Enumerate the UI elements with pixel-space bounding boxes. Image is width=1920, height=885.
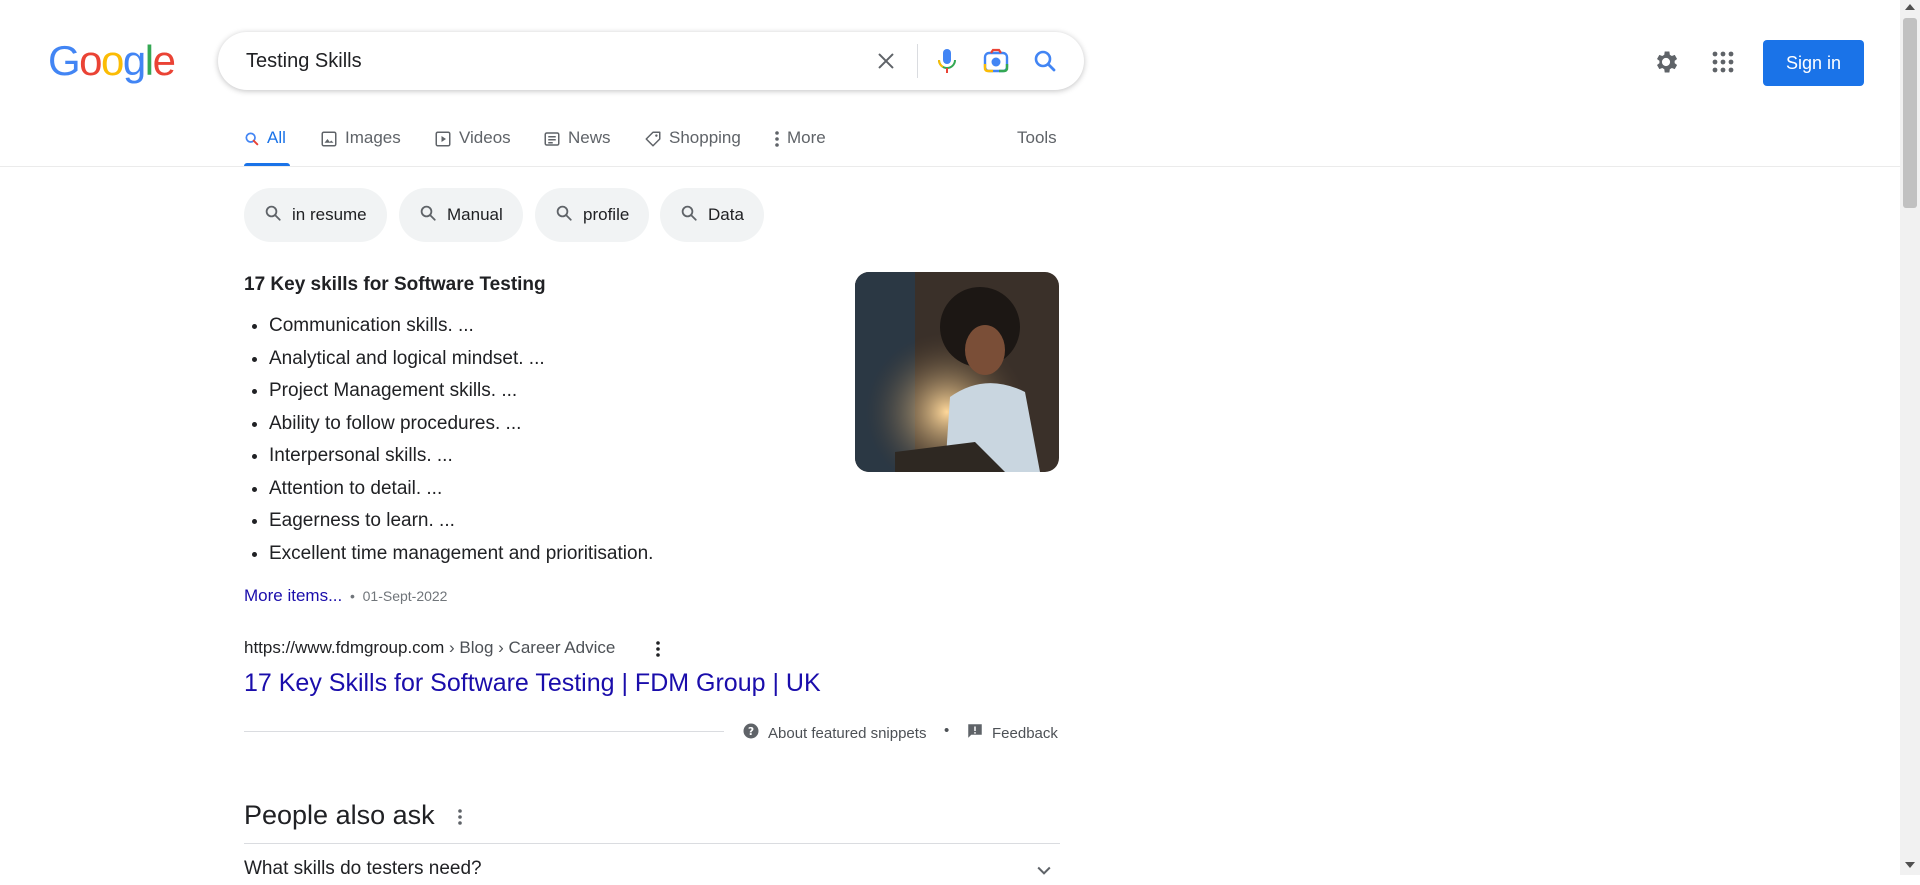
result-cite[interactable]: https://www.fdmgroup.com › Blog › Career… — [244, 638, 660, 658]
search-icon[interactable] — [1030, 46, 1060, 76]
search-icon — [244, 128, 260, 153]
more-items-link[interactable]: More items... — [244, 586, 342, 605]
tab-news[interactable]: News — [543, 128, 611, 166]
scroll-up-arrow-icon[interactable] — [1905, 4, 1915, 10]
kebab-icon — [774, 128, 780, 153]
paa-question[interactable]: What skills do testers need? — [244, 858, 482, 880]
tab-shopping[interactable]: Shopping — [644, 128, 741, 166]
logo-letter: g — [122, 37, 146, 84]
search-icon — [264, 204, 282, 227]
tools-button[interactable]: Tools — [1017, 128, 1057, 148]
search-icon — [680, 204, 698, 227]
tab-label: News — [568, 128, 611, 147]
search-icon — [555, 204, 573, 227]
divider — [244, 731, 724, 732]
google-logo[interactable]: Google — [48, 37, 176, 84]
people-also-ask-title: People also ask — [244, 800, 435, 830]
kebab-icon[interactable] — [457, 808, 463, 831]
tab-label: More — [787, 128, 826, 147]
tab-images[interactable]: Images — [320, 128, 401, 166]
separator: • — [349, 588, 355, 604]
logo-letter: l — [144, 37, 154, 84]
snippet-list: Communication skills. ... Analytical and… — [244, 310, 653, 570]
search-divider — [917, 44, 918, 78]
snippet-title: 17 Key skills for Software Testing — [244, 274, 546, 295]
newspaper-icon — [543, 128, 561, 153]
tabs-divider — [0, 166, 1900, 167]
feedback-icon — [966, 722, 984, 744]
clear-icon[interactable] — [871, 46, 901, 76]
chip-label: profile — [583, 205, 630, 224]
apps-grid-icon[interactable] — [1707, 46, 1739, 78]
list-item: Analytical and logical mindset. ... — [269, 343, 653, 376]
logo-letter: o — [101, 37, 124, 84]
scroll-down-arrow-icon[interactable] — [1905, 862, 1915, 868]
scrollbar-thumb[interactable] — [1903, 18, 1917, 208]
snippet-thumbnail[interactable] — [855, 272, 1059, 472]
result-title-link[interactable]: 17 Key Skills for Software Testing | FDM… — [244, 669, 821, 698]
help-icon: ? — [742, 722, 760, 744]
tab-label: Images — [345, 128, 401, 147]
chevron-down-icon[interactable] — [1034, 860, 1054, 880]
about-featured-snippets[interactable]: ? About featured snippets — [742, 722, 926, 744]
tab-all[interactable]: All — [244, 128, 290, 166]
chip-label: in resume — [292, 205, 367, 224]
list-item: Ability to follow procedures. ... — [269, 408, 653, 441]
play-icon — [434, 128, 452, 153]
about-label: About featured snippets — [768, 724, 927, 742]
chip-profile[interactable]: profile — [535, 188, 650, 242]
svg-text:?: ? — [748, 726, 754, 738]
chip-label: Data — [708, 205, 744, 224]
sign-in-button[interactable]: Sign in — [1763, 40, 1864, 86]
chip-manual[interactable]: Manual — [399, 188, 523, 242]
tab-label: Videos — [459, 128, 511, 147]
list-item: Communication skills. ... — [269, 310, 653, 343]
search-icon — [419, 204, 437, 227]
dot-separator: • — [944, 722, 949, 739]
tab-label: All — [267, 128, 286, 147]
feedback-link[interactable]: Feedback — [966, 722, 1058, 744]
tag-icon — [644, 128, 662, 153]
kebab-icon[interactable] — [655, 640, 661, 663]
logo-letter: o — [79, 37, 102, 84]
tab-label: Shopping — [669, 128, 741, 147]
logo-letter: e — [152, 37, 176, 84]
chip-label: Manual — [447, 205, 503, 224]
more-items-row: More items... • 01-Sept-2022 — [244, 586, 447, 606]
separator: • — [944, 722, 950, 739]
tab-videos[interactable]: Videos — [434, 128, 511, 166]
cite-domain: https://www.fdmgroup.com — [244, 638, 445, 657]
list-item: Attention to detail. ... — [269, 473, 653, 506]
tab-more[interactable]: More — [774, 128, 826, 166]
list-item: Eagerness to learn. ... — [269, 505, 653, 538]
list-item: Excellent time management and prioritisa… — [269, 538, 653, 571]
gear-icon[interactable] — [1650, 46, 1682, 78]
search-input[interactable]: Testing Skills — [246, 50, 362, 73]
breadcrumb: › Blog › Career Advice — [444, 638, 616, 657]
list-item: Interpersonal skills. ... — [269, 440, 653, 473]
logo-letter: G — [48, 37, 81, 84]
divider — [244, 843, 1060, 844]
chip-data[interactable]: Data — [660, 188, 764, 242]
list-item: Project Management skills. ... — [269, 375, 653, 408]
image-icon — [320, 128, 338, 153]
search-box[interactable]: Testing Skills — [218, 32, 1084, 90]
microphone-icon[interactable] — [932, 46, 962, 76]
chip-in-resume[interactable]: in resume — [244, 188, 387, 242]
feedback-label: Feedback — [992, 724, 1058, 742]
snippet-date: 01-Sept-2022 — [362, 588, 448, 604]
camera-lens-icon[interactable] — [981, 46, 1011, 76]
